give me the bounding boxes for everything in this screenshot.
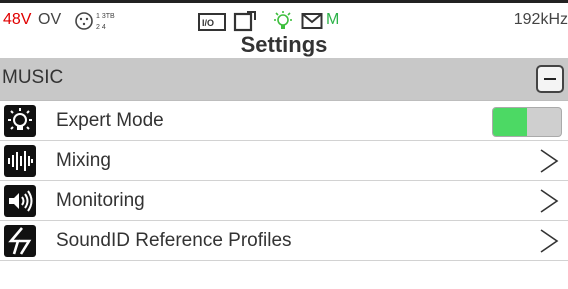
collapse-section-button[interactable] [536, 65, 564, 93]
settings-item-label: Monitoring [56, 190, 145, 211]
soundid-icon [4, 225, 36, 257]
settings-item-label: Mixing [56, 150, 111, 171]
mail-icon [301, 13, 323, 29]
svg-text:2 4: 2 4 [96, 24, 106, 31]
chevron-right-icon [540, 149, 559, 173]
io-inputs-icon: I/O [198, 11, 256, 32]
sample-rate-indicator: 192kHz [513, 11, 568, 28]
device-screen: 48V OV 1 3TB 2 4 I/O M 192kHz Settings M… [0, 0, 568, 289]
expert-mode-toggle[interactable] [492, 107, 562, 137]
section-header-music: MUSIC [0, 58, 568, 101]
settings-item-soundid-reference-profiles[interactable]: SoundID Reference Profiles [0, 221, 568, 261]
settings-item-monitoring[interactable]: Monitoring [0, 181, 568, 221]
chevron-right-icon [540, 189, 559, 213]
settings-item-label: SoundID Reference Profiles [56, 230, 292, 251]
settings-item-expert-mode[interactable]: Expert Mode [0, 101, 568, 141]
phantom-power-indicator: 48V [3, 11, 32, 28]
status-bar: 48V OV 1 3TB 2 4 I/O M 192kHz Settings [0, 6, 568, 58]
settings-item-mixing[interactable]: Mixing [0, 141, 568, 181]
toggle-on-segment [493, 108, 527, 136]
xlr-connector-icon: 1 3TB 2 4 [75, 12, 115, 31]
page-title: Settings [240, 32, 328, 57]
speaker-icon [4, 185, 36, 217]
bulb-icon [274, 11, 292, 29]
svg-text:I/O: I/O [202, 18, 214, 28]
svg-text:1 3TB: 1 3TB [96, 13, 115, 20]
chevron-right-icon [540, 229, 559, 253]
mode-indicator: M [326, 11, 340, 28]
settings-list: MUSIC Expert Mode Mixing Monitoring Soun… [0, 58, 568, 261]
mixing-waveform-icon [4, 145, 36, 177]
overload-indicator: OV [38, 11, 62, 28]
expert-bulb-icon [4, 105, 36, 137]
settings-item-label: Expert Mode [56, 110, 164, 131]
section-label: MUSIC [2, 67, 64, 88]
